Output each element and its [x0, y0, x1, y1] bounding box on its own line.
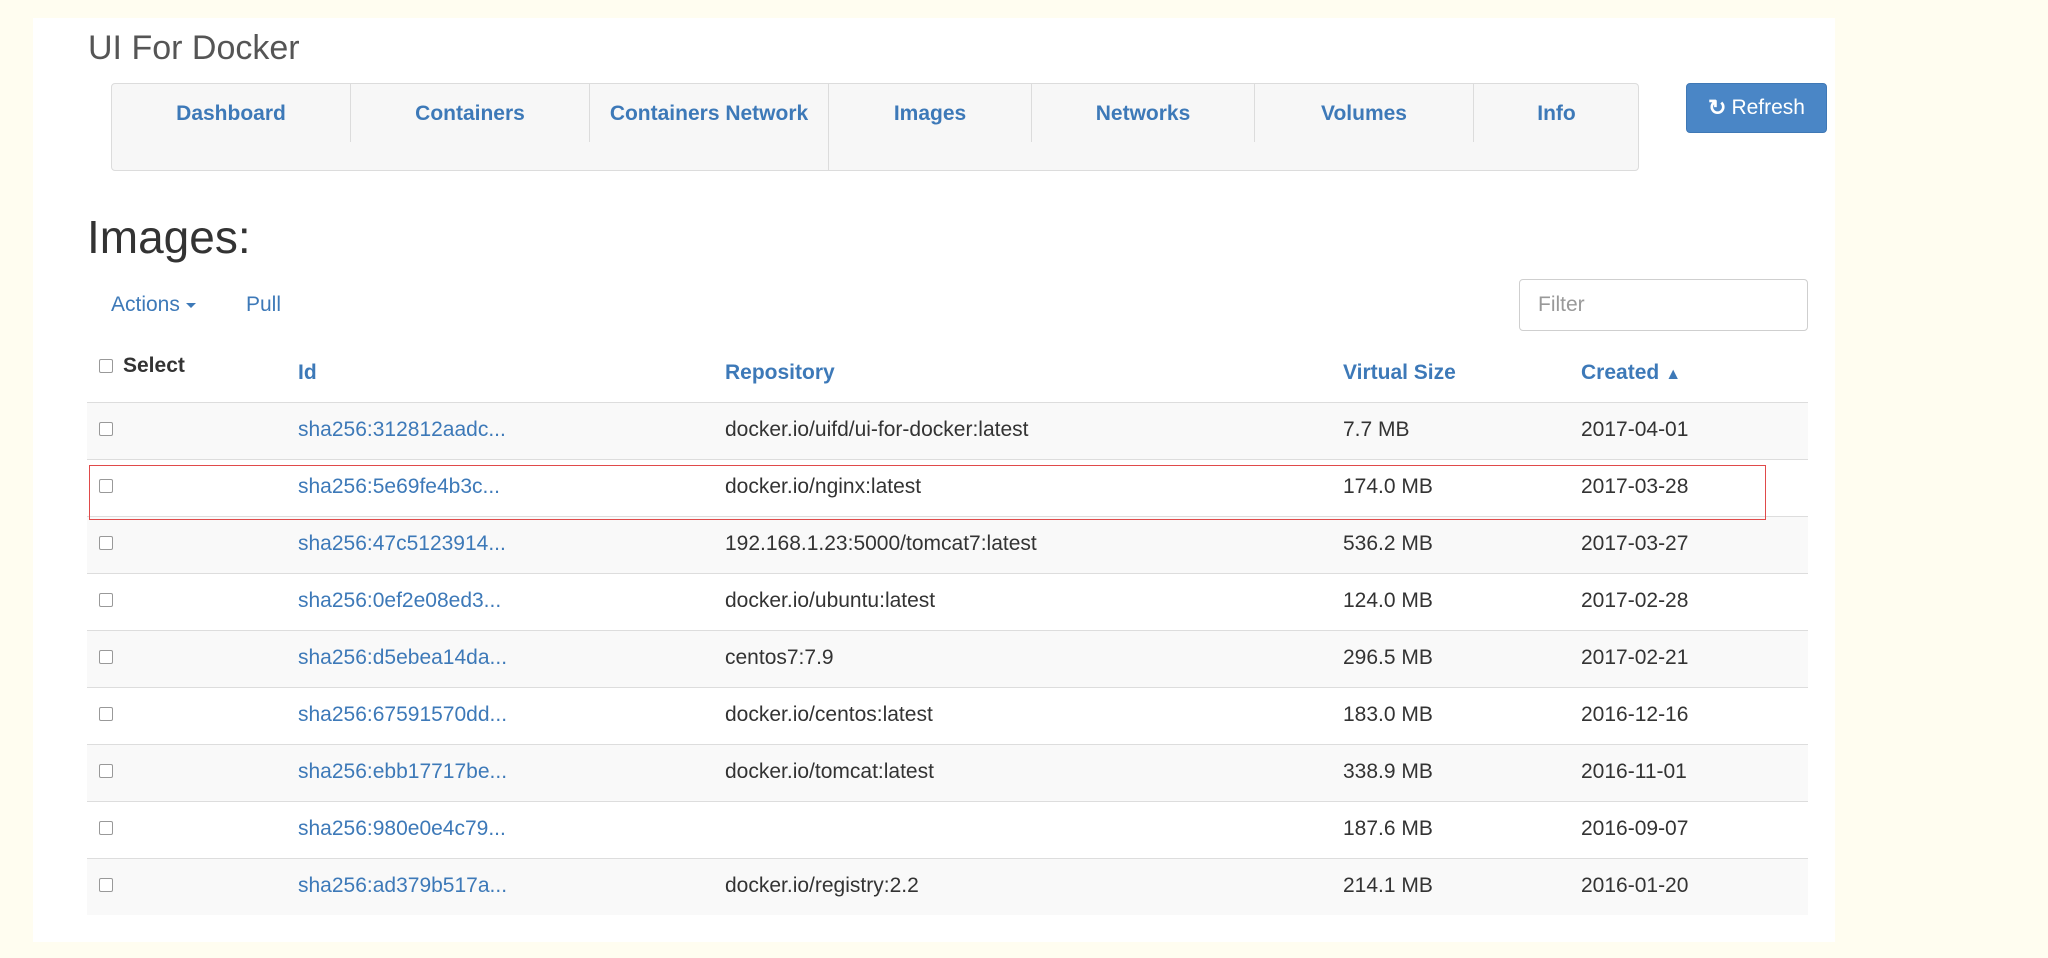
- row-checkbox[interactable]: [99, 707, 113, 721]
- created-cell: 2016-11-01: [1581, 760, 1687, 783]
- repository-cell: docker.io/registry:2.2: [725, 874, 919, 897]
- size-cell: 183.0 MB: [1343, 703, 1433, 726]
- table-row: sha256:0ef2e08ed3... docker.io/ubuntu:la…: [87, 573, 1808, 630]
- created-header-label: Created: [1581, 361, 1660, 384]
- nav-item-dashboard[interactable]: Dashboard: [112, 84, 350, 144]
- chevron-up-icon: ▲: [1665, 366, 1682, 383]
- size-cell: 214.1 MB: [1343, 874, 1433, 897]
- nav-item-containers[interactable]: Containers: [351, 84, 589, 144]
- row-checkbox[interactable]: [99, 422, 113, 436]
- main-navbar: Dashboard Containers Containers Network …: [111, 83, 1639, 171]
- table-row: sha256:312812aadc... docker.io/uifd/ui-f…: [87, 402, 1808, 459]
- repository-cell: 192.168.1.23:5000/tomcat7:latest: [725, 532, 1037, 555]
- table-row: sha256:ad379b517a... docker.io/registry:…: [87, 858, 1808, 915]
- table-row: sha256:d5ebea14da... centos7:7.9 296.5 M…: [87, 630, 1808, 687]
- repository-cell: docker.io/nginx:latest: [725, 475, 922, 498]
- created-cell: 2016-12-16: [1581, 703, 1689, 726]
- column-header-repository[interactable]: Repository: [725, 361, 835, 385]
- image-id-link[interactable]: sha256:312812aadc...: [298, 418, 506, 442]
- image-id-link[interactable]: sha256:67591570dd...: [298, 703, 507, 727]
- created-cell: 2016-01-20: [1581, 874, 1689, 897]
- column-header-virtual-size[interactable]: Virtual Size: [1343, 361, 1456, 385]
- filter-input[interactable]: [1519, 279, 1808, 331]
- select-header-label: Select: [123, 354, 185, 377]
- row-checkbox[interactable]: [99, 479, 113, 493]
- table-row: sha256:980e0e4c79... 187.6 MB 2016-09-07: [87, 801, 1808, 858]
- row-checkbox[interactable]: [99, 593, 113, 607]
- size-cell: 338.9 MB: [1343, 760, 1433, 783]
- select-header: Select: [99, 354, 185, 378]
- size-cell: 296.5 MB: [1343, 646, 1433, 669]
- created-cell: 2017-03-28: [1581, 475, 1689, 498]
- image-id-link[interactable]: sha256:0ef2e08ed3...: [298, 589, 501, 613]
- refresh-label: Refresh: [1731, 96, 1805, 119]
- table-row: sha256:47c5123914... 192.168.1.23:5000/t…: [87, 516, 1808, 573]
- nav-item-info[interactable]: Info: [1474, 84, 1639, 144]
- refresh-button[interactable]: ↻ Refresh: [1686, 83, 1827, 133]
- row-checkbox[interactable]: [99, 650, 113, 664]
- page-title: Images:: [87, 211, 251, 263]
- nav-item-images[interactable]: Images: [829, 84, 1031, 144]
- row-checkbox[interactable]: [99, 536, 113, 550]
- table-row: sha256:67591570dd... docker.io/centos:la…: [87, 687, 1808, 744]
- row-checkbox[interactable]: [99, 764, 113, 778]
- column-header-created[interactable]: Created ▲: [1581, 361, 1681, 385]
- image-id-link[interactable]: sha256:ebb17717be...: [298, 760, 507, 784]
- app-title: UI For Docker: [88, 29, 300, 67]
- size-cell: 7.7 MB: [1343, 418, 1410, 441]
- size-cell: 124.0 MB: [1343, 589, 1433, 612]
- size-cell: 187.6 MB: [1343, 817, 1433, 840]
- actions-dropdown[interactable]: Actions: [111, 293, 196, 317]
- repository-cell: docker.io/tomcat:latest: [725, 760, 934, 783]
- image-id-link[interactable]: sha256:5e69fe4b3c...: [298, 475, 500, 499]
- row-checkbox[interactable]: [99, 821, 113, 835]
- repository-cell: docker.io/ubuntu:latest: [725, 589, 936, 612]
- nav-item-networks[interactable]: Networks: [1032, 84, 1254, 144]
- nav-item-containers-network[interactable]: Containers Network: [590, 84, 828, 170]
- created-cell: 2017-02-21: [1581, 646, 1689, 669]
- image-id-link[interactable]: sha256:980e0e4c79...: [298, 817, 506, 841]
- repository-cell: docker.io/centos:latest: [725, 703, 933, 726]
- repository-cell: centos7:7.9: [725, 646, 834, 669]
- nav-item-volumes[interactable]: Volumes: [1255, 84, 1473, 144]
- size-cell: 536.2 MB: [1343, 532, 1433, 555]
- table-row: sha256:5e69fe4b3c... docker.io/nginx:lat…: [87, 459, 1808, 516]
- created-cell: 2016-09-07: [1581, 817, 1689, 840]
- created-cell: 2017-04-01: [1581, 418, 1689, 441]
- size-cell: 174.0 MB: [1343, 475, 1433, 498]
- pull-button[interactable]: Pull: [246, 293, 281, 317]
- actions-label: Actions: [111, 293, 180, 316]
- image-id-link[interactable]: sha256:ad379b517a...: [298, 874, 507, 898]
- row-checkbox[interactable]: [99, 878, 113, 892]
- select-all-checkbox[interactable]: [99, 359, 113, 373]
- column-header-id[interactable]: Id: [298, 361, 317, 385]
- refresh-icon: ↻: [1708, 95, 1727, 120]
- caret-down-icon: [185, 302, 196, 308]
- image-id-link[interactable]: sha256:d5ebea14da...: [298, 646, 507, 670]
- created-cell: 2017-02-28: [1581, 589, 1689, 612]
- repository-cell: docker.io/uifd/ui-for-docker:latest: [725, 418, 1029, 441]
- table-row: sha256:ebb17717be... docker.io/tomcat:la…: [87, 744, 1808, 801]
- image-id-link[interactable]: sha256:47c5123914...: [298, 532, 506, 556]
- created-cell: 2017-03-27: [1581, 532, 1689, 555]
